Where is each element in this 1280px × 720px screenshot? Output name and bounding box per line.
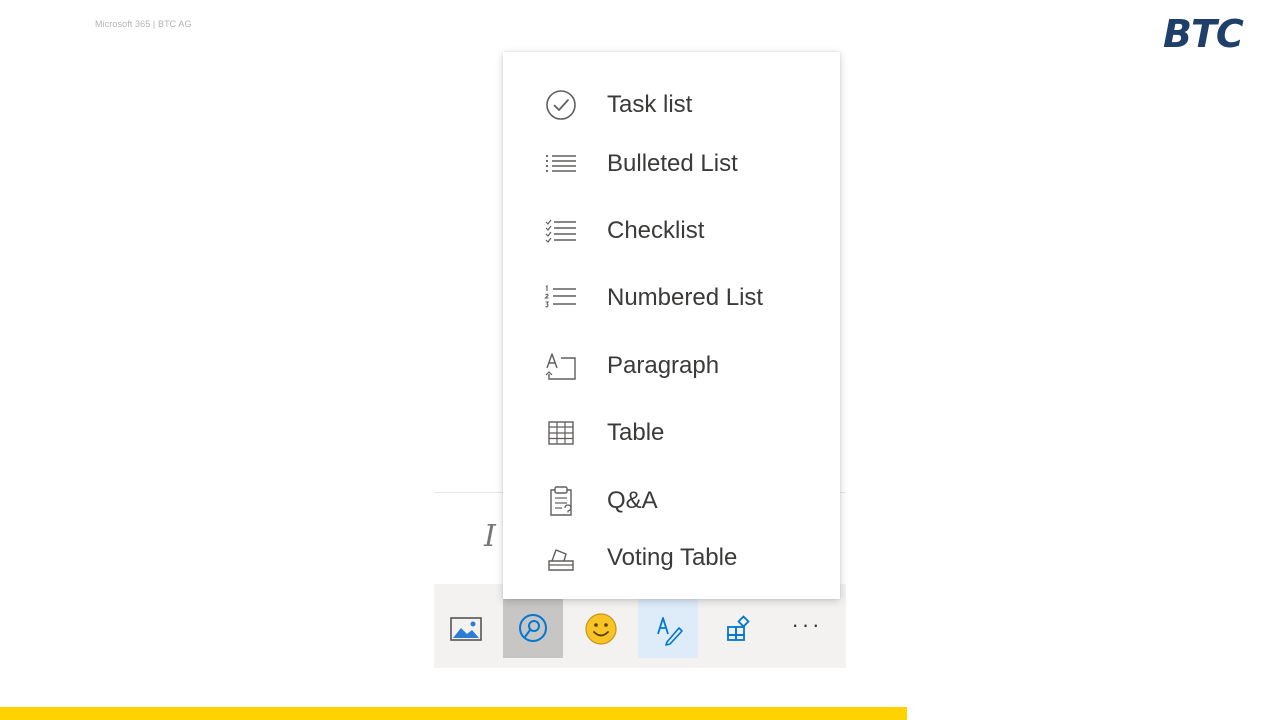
paragraph-icon bbox=[543, 348, 579, 384]
numbered-list-icon bbox=[543, 280, 579, 316]
checklist-icon bbox=[543, 213, 579, 249]
loop-component-icon bbox=[519, 613, 547, 642]
apps-icon bbox=[727, 614, 750, 641]
more-options-button[interactable]: ··· bbox=[777, 599, 837, 658]
ballot-box-icon bbox=[543, 540, 579, 576]
insert-menu: Task list Bulleted List Checklist Number… bbox=[503, 52, 840, 599]
more-icon: ··· bbox=[791, 611, 823, 637]
menu-item-checklist[interactable]: Checklist bbox=[503, 209, 840, 253]
emoji-button[interactable] bbox=[571, 599, 631, 658]
menu-item-bulleted-list[interactable]: Bulleted List bbox=[503, 142, 840, 186]
menu-item-label: Checklist bbox=[607, 217, 705, 244]
italic-format-glyph: I bbox=[484, 519, 496, 554]
table-icon bbox=[543, 415, 579, 451]
menu-item-label: Task list bbox=[607, 91, 693, 118]
menu-item-label: Table bbox=[607, 419, 665, 446]
menu-item-table[interactable]: Table bbox=[503, 411, 840, 455]
check-circle-icon bbox=[543, 87, 579, 123]
menu-item-label: Q&A bbox=[607, 487, 658, 514]
insert-image-button[interactable] bbox=[436, 599, 496, 658]
clipboard-qa-icon bbox=[543, 483, 579, 519]
btc-logo: BTC bbox=[1163, 12, 1244, 56]
menu-item-qa[interactable]: Q&A bbox=[503, 479, 840, 523]
menu-item-task-list[interactable]: Task list bbox=[503, 83, 840, 127]
format-text-button[interactable] bbox=[638, 599, 698, 658]
menu-item-label: Bulleted List bbox=[607, 150, 738, 177]
image-icon bbox=[450, 616, 482, 641]
apps-button[interactable] bbox=[708, 599, 768, 658]
format-text-icon bbox=[657, 616, 683, 646]
emoji-icon bbox=[585, 612, 617, 645]
menu-item-label: Numbered List bbox=[607, 284, 764, 311]
menu-item-label: Voting Table bbox=[607, 544, 738, 571]
loop-component-button[interactable] bbox=[503, 599, 563, 658]
header-text: Microsoft 365 | BTC AG bbox=[95, 19, 192, 29]
menu-item-paragraph[interactable]: Paragraph bbox=[503, 344, 840, 388]
bulleted-list-icon bbox=[543, 146, 579, 182]
menu-item-numbered-list[interactable]: Numbered List bbox=[503, 276, 840, 320]
menu-item-voting-table[interactable]: Voting Table bbox=[503, 536, 840, 580]
accent-bar bbox=[0, 707, 907, 720]
menu-item-label: Paragraph bbox=[607, 352, 720, 379]
